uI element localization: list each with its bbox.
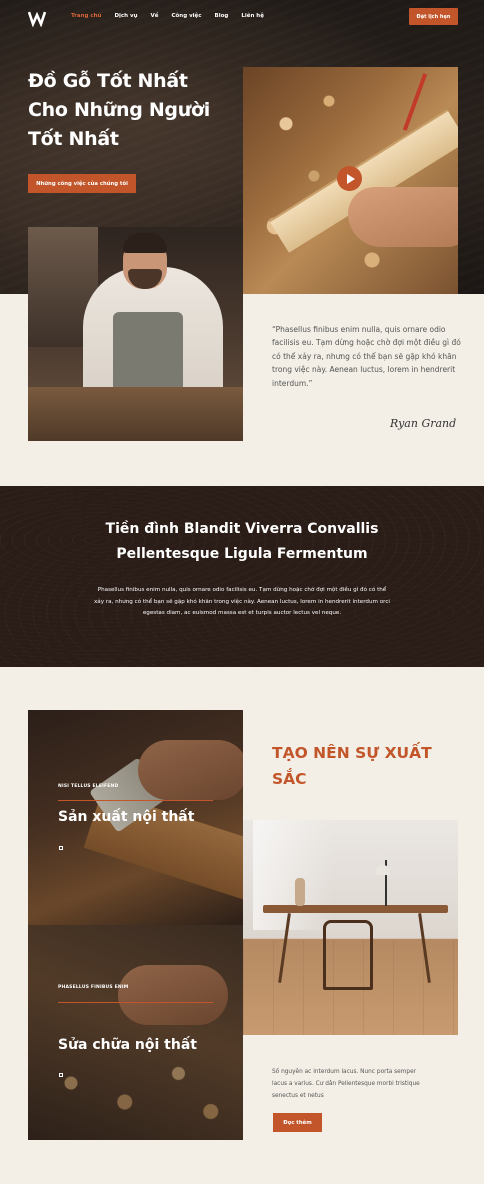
service-divider — [58, 1002, 213, 1003]
main-nav: Trang chủ Dịch vụ Về Công việc Blog Liên… — [71, 13, 277, 19]
band-text: Phasellus finibus enim nulla, quis ornar… — [94, 587, 390, 616]
hero-title: Đồ Gỗ Tốt Nhất Cho Những Người Tốt Nhất — [28, 70, 210, 150]
excellence-text: Số nguyên ac interdum lacus. Nunc porta … — [272, 1069, 420, 1099]
book-appointment-button[interactable]: Đặt lịch hẹn — [409, 8, 458, 25]
logo[interactable] — [28, 9, 46, 27]
desk-interior-image — [243, 820, 458, 1035]
nav-item-home[interactable]: Trang chủ — [71, 13, 101, 19]
nav-item-contact[interactable]: Liên hệ — [241, 13, 264, 19]
intro-band — [0, 486, 484, 667]
excellence-title: TẠO NÊN SỰ XUẤT SẮC — [272, 744, 432, 788]
band-title: Tiền đình Blandit Viverra Convallis Pell… — [105, 521, 379, 562]
square-icon — [59, 846, 63, 850]
nav-item-services[interactable]: Dịch vụ — [114, 13, 137, 19]
nav-item-works[interactable]: Công việc — [171, 13, 201, 19]
service-kicker: NISI TELLUS ELEIFEND — [58, 784, 119, 789]
service-card-repair[interactable] — [28, 925, 243, 1140]
play-icon — [346, 173, 355, 184]
our-works-button[interactable]: Những công việc của chúng tôi — [28, 174, 136, 193]
square-icon — [59, 1073, 63, 1077]
service-kicker: PHASELLUS FINIBUS ENIM — [58, 985, 129, 990]
nav-item-about[interactable]: Về — [150, 13, 158, 19]
service-divider — [58, 800, 213, 801]
service-title[interactable]: Sửa chữa nội thất — [58, 1037, 197, 1053]
nav-item-blog[interactable]: Blog — [215, 13, 229, 19]
read-more-button[interactable]: Đọc thêm — [273, 1113, 322, 1132]
testimonial-signature: Ryan Grand — [390, 417, 457, 430]
testimonial-quote: “Phasellus finibus enim nulla, quis orna… — [272, 325, 461, 388]
carpenter-image — [28, 227, 243, 441]
service-title[interactable]: Sản xuất nội thất — [58, 809, 194, 825]
play-video-button[interactable] — [337, 166, 362, 191]
